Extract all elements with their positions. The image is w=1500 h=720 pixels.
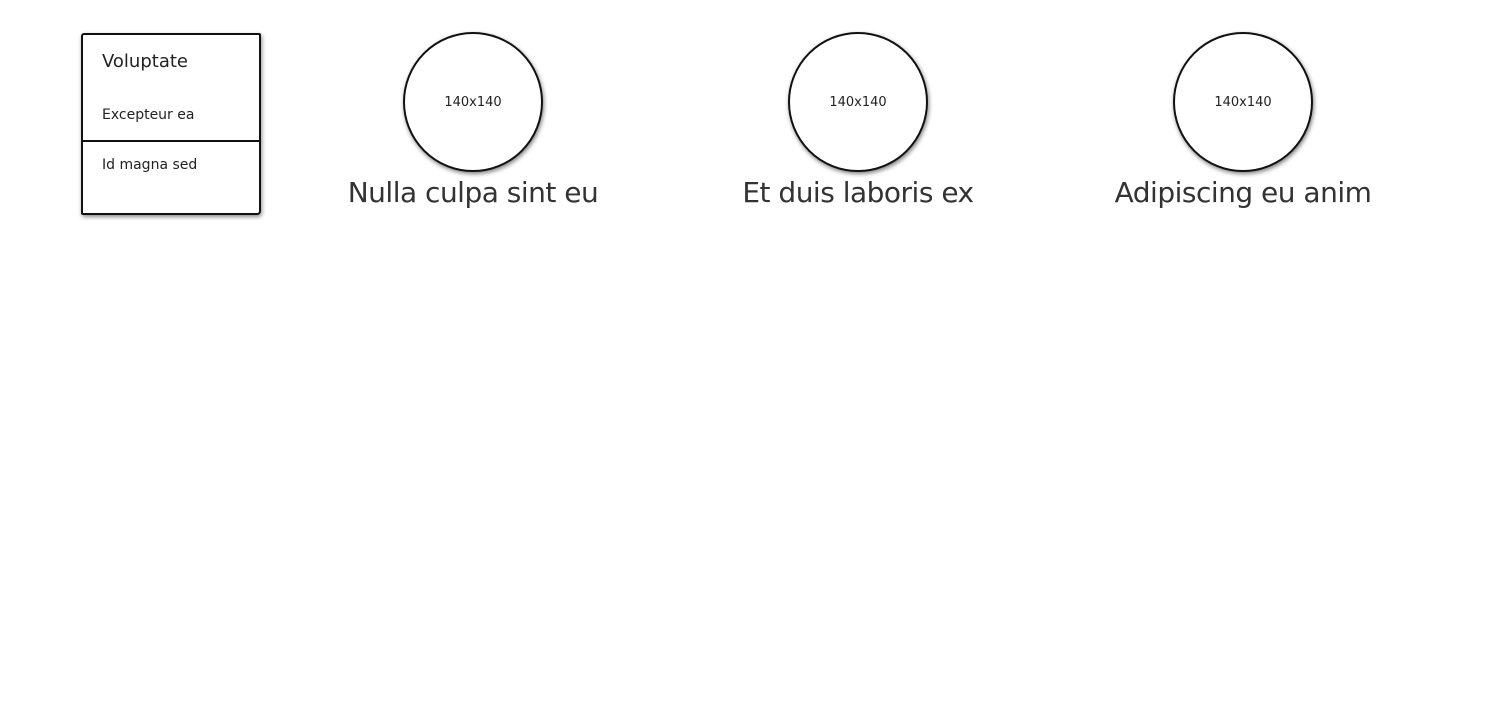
page: Voluptate Excepteur ea Id magna sed 140x… [0, 0, 1500, 720]
card: 140x140 Nulla culpa sint eu [323, 32, 623, 209]
sidebar-item-id-magna[interactable]: Id magna sed [102, 157, 197, 173]
sidebar-panel: Voluptate Excepteur ea Id magna sed [81, 33, 261, 215]
image-size-label: 140x140 [1214, 94, 1272, 110]
sidebar-item-excepteur[interactable]: Excepteur ea [102, 107, 194, 123]
card-image-placeholder[interactable]: 140x140 [403, 32, 543, 172]
card: 140x140 Adipiscing eu anim [1093, 32, 1393, 209]
card-title[interactable]: Et duis laboris ex [708, 176, 1008, 209]
card: 140x140 Et duis laboris ex [708, 32, 1008, 209]
image-size-label: 140x140 [444, 94, 502, 110]
sidebar-divider [83, 140, 259, 142]
card-title[interactable]: Nulla culpa sint eu [323, 176, 623, 209]
image-size-label: 140x140 [829, 94, 887, 110]
card-title[interactable]: Adipiscing eu anim [1093, 176, 1393, 209]
card-image-placeholder[interactable]: 140x140 [1173, 32, 1313, 172]
card-image-placeholder[interactable]: 140x140 [788, 32, 928, 172]
sidebar-title: Voluptate [102, 51, 188, 72]
